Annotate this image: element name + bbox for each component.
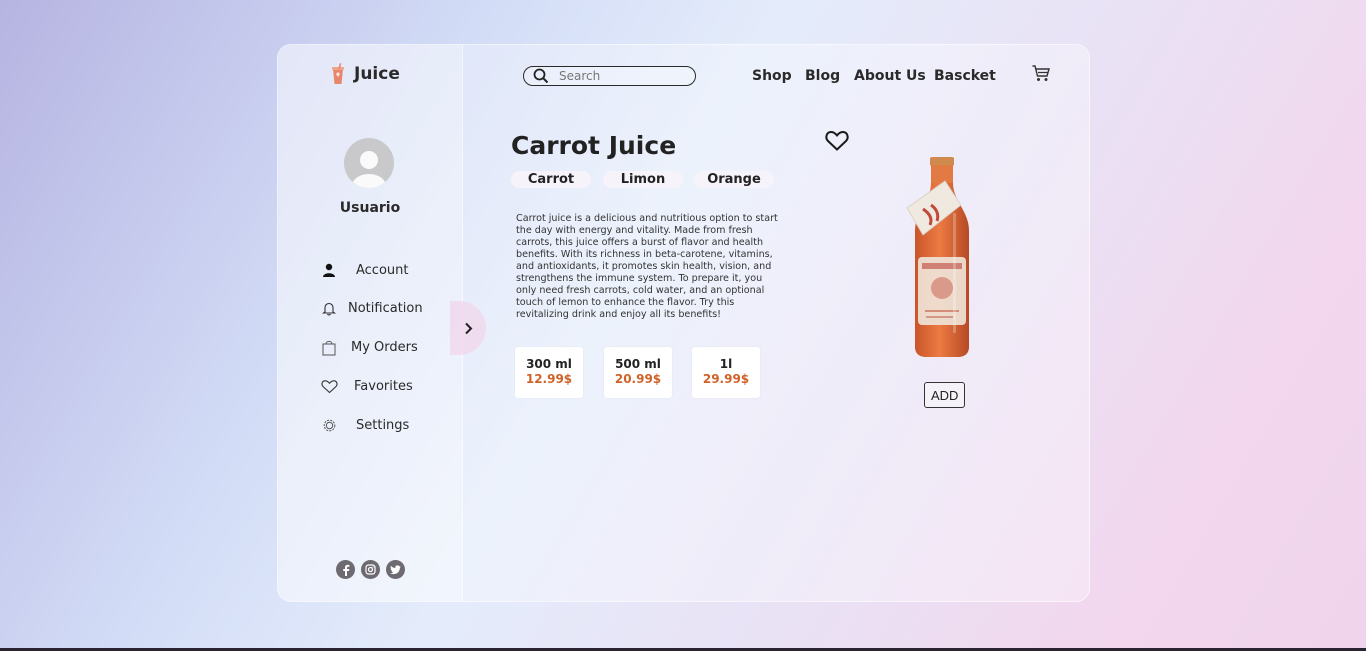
social-links — [336, 560, 411, 579]
sidebar-item-label: My Orders — [351, 339, 418, 355]
username: Usuario — [339, 200, 401, 216]
ingredient-chip[interactable]: Orange — [694, 171, 774, 188]
ingredient-chip[interactable]: Carrot — [511, 171, 591, 188]
sidebar-item-settings[interactable]: Settings — [320, 414, 409, 436]
product-description: Carrot juice is a delicious and nutritio… — [516, 213, 778, 320]
size-price: 12.99$ — [525, 372, 573, 386]
search-input[interactable] — [557, 68, 681, 84]
add-to-basket-button[interactable]: ADD — [924, 382, 965, 408]
size-volume: 500 ml — [615, 357, 661, 371]
size-volume: 300 ml — [526, 357, 572, 371]
size-price: 29.99$ — [702, 372, 750, 386]
size-volume: 1l — [719, 357, 733, 371]
sidebar-item-my-orders[interactable]: My Orders — [320, 336, 418, 358]
search-bar[interactable] — [523, 66, 696, 86]
sidebar-toggle-button[interactable] — [450, 301, 486, 355]
sidebar-item-notification[interactable]: Notification — [320, 297, 423, 319]
instagram-icon[interactable] — [361, 560, 380, 579]
brand-name: Juice — [354, 64, 400, 84]
facebook-icon[interactable] — [336, 560, 355, 579]
logo[interactable]: Juice — [330, 63, 400, 85]
bag-icon — [320, 338, 338, 356]
bell-icon — [320, 299, 338, 317]
favorite-heart-icon[interactable] — [825, 130, 849, 155]
sidebar-item-account[interactable]: Account — [320, 259, 409, 281]
sidebar-item-label: Settings — [356, 417, 410, 433]
nav-blog[interactable]: Blog — [805, 68, 840, 84]
user-icon — [320, 261, 338, 279]
size-price: 20.99$ — [614, 372, 662, 386]
ingredient-chip[interactable]: Limon — [603, 171, 683, 188]
nav-about-us[interactable]: About Us — [854, 68, 926, 84]
twitter-icon[interactable] — [386, 560, 405, 579]
sidebar-item-label: Notification — [348, 300, 423, 316]
search-icon — [533, 68, 549, 84]
product-title: Carrot Juice — [511, 131, 677, 160]
cart-icon[interactable] — [1032, 65, 1050, 86]
user-avatar-icon — [352, 151, 386, 188]
nav-basket[interactable]: Bascket — [934, 68, 996, 84]
juice-cup-icon — [332, 63, 344, 84]
avatar[interactable] — [344, 138, 394, 188]
main-card: Juice Usuario Account Notification My Or… — [277, 44, 1090, 602]
sidebar: Juice Usuario Account Notification My Or… — [278, 45, 463, 601]
juice-bottle-image — [893, 153, 979, 363]
chevron-right-icon — [464, 322, 472, 334]
heart-icon — [320, 377, 338, 395]
sidebar-item-favorites[interactable]: Favorites — [320, 375, 413, 397]
nav-shop[interactable]: Shop — [752, 68, 792, 84]
size-option-300ml[interactable]: 300 ml 12.99$ — [515, 347, 583, 398]
size-option-500ml[interactable]: 500 ml 20.99$ — [604, 347, 672, 398]
size-option-1l[interactable]: 1l 29.99$ — [692, 347, 760, 398]
gear-icon — [320, 416, 338, 434]
sidebar-item-label: Account — [356, 262, 409, 278]
sidebar-item-label: Favorites — [354, 378, 413, 394]
